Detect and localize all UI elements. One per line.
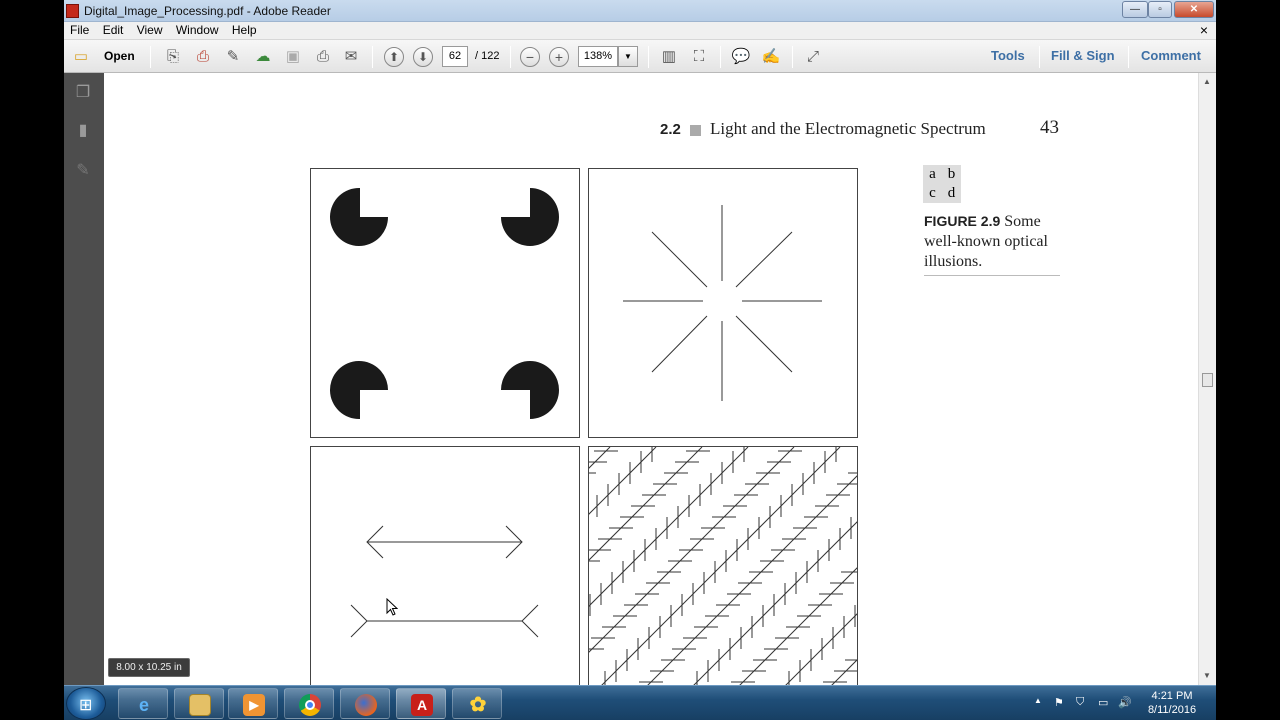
document-close-button[interactable]: ×: [1200, 22, 1208, 39]
highlight-icon[interactable]: ✍: [760, 46, 782, 68]
fill-sign-pane-link[interactable]: Fill & Sign: [1051, 48, 1115, 63]
clock-time: 4:21 PM: [1151, 690, 1193, 702]
adobe-reader-icon: A: [411, 694, 433, 716]
chrome-icon: [299, 694, 321, 716]
open-button[interactable]: Open: [104, 49, 135, 63]
save-icon[interactable]: ▣: [282, 46, 304, 68]
attachments-icon[interactable]: ✎: [73, 161, 93, 181]
email-icon[interactable]: ✉: [340, 46, 362, 68]
full-screen-icon[interactable]: ⤢: [802, 46, 824, 68]
system-clock[interactable]: 4:21 PM 8/11/2016: [1142, 689, 1202, 717]
menu-window[interactable]: Window: [176, 22, 219, 39]
comment-pane-link[interactable]: Comment: [1141, 48, 1201, 63]
radial-lines-illusion: [623, 205, 822, 401]
open-folder-icon[interactable]: ▭: [70, 46, 92, 68]
section-title: Light and the Electromagnetic Spectrum: [710, 119, 986, 138]
taskbar-firefox[interactable]: [340, 688, 390, 719]
taskbar-app-flower[interactable]: ✿: [452, 688, 502, 719]
edit-pdf-icon[interactable]: ✎: [222, 46, 244, 68]
media-player-icon: ▶: [243, 694, 265, 716]
vertical-scrollbar[interactable]: ▲ ▼: [1198, 73, 1216, 685]
menu-view[interactable]: View: [137, 22, 163, 39]
figure-panel-a: [310, 168, 580, 438]
menu-edit[interactable]: Edit: [103, 22, 124, 39]
pdf-app-icon: [66, 4, 79, 18]
volume-icon[interactable]: 🔊: [1118, 696, 1132, 709]
taskbar-file-explorer[interactable]: [174, 688, 224, 719]
taskbar-internet-explorer[interactable]: e: [118, 688, 168, 719]
taskbar-adobe-reader[interactable]: A: [396, 688, 446, 719]
export-pdf-icon[interactable]: ⎙: [192, 46, 214, 68]
bookmarks-icon[interactable]: ▮: [73, 121, 93, 141]
zollner-illusion: [589, 447, 857, 685]
taskbar-media-player[interactable]: ▶: [228, 688, 278, 719]
show-hidden-icons-arrow-icon[interactable]: ▲: [1034, 696, 1042, 705]
firefox-icon: [355, 694, 377, 716]
zollner-diagonal-line: [785, 613, 857, 685]
panel-letter-d: d: [947, 185, 956, 201]
zollner-diagonal-line: [831, 659, 857, 685]
maximize-button[interactable]: ▫: [1148, 1, 1172, 18]
create-pdf-icon[interactable]: ⎘: [162, 46, 184, 68]
page-number-input[interactable]: 62: [442, 46, 468, 67]
window-title: Digital_Image_Processing.pdf - Adobe Rea…: [84, 4, 331, 18]
panel-letter-c: c: [929, 185, 936, 201]
action-center-flag-icon[interactable]: ⚑: [1054, 696, 1064, 709]
panel-letter-a: a: [929, 166, 936, 182]
figure-panel-c: [310, 446, 580, 685]
scroll-down-arrow-icon[interactable]: ▼: [1203, 671, 1211, 680]
figure-caption: FIGURE 2.9 Some well-known optical illus…: [924, 211, 1064, 272]
fit-page-icon[interactable]: ▥: [658, 46, 680, 68]
toolbar: ▭ Open ⎘ ⎙ ✎ ☁ ▣ ⎙ ✉ ⬆ ⬇ 62 / 122 − + 13…: [64, 40, 1216, 73]
taskbar-chrome[interactable]: [284, 688, 334, 719]
network-icon[interactable]: ▭: [1098, 696, 1108, 709]
window-titlebar: Digital_Image_Processing.pdf - Adobe Rea…: [64, 0, 1216, 22]
next-page-icon[interactable]: ⬇: [413, 47, 433, 67]
internet-explorer-icon: e: [138, 695, 149, 715]
kanizsa-square-illusion: [330, 187, 559, 420]
menu-bar: File Edit View Window Help ×: [64, 22, 1216, 40]
zollner-diagonal-line: [739, 567, 857, 685]
scrollbar-thumb[interactable]: [1202, 373, 1213, 387]
menu-help[interactable]: Help: [232, 22, 257, 39]
zollner-diagonal-line: [589, 447, 749, 607]
windows-taskbar: ⊞ e ▶ A ✿ ▲ ⚑ ⛉ ▭ 🔊 4:21 PM 8/11/2016: [64, 685, 1216, 720]
start-button[interactable]: ⊞: [66, 687, 106, 720]
muller-lyer-illusion: [350, 525, 539, 638]
menu-file[interactable]: File: [70, 22, 89, 39]
scroll-up-arrow-icon[interactable]: ▲: [1203, 77, 1211, 86]
page-thumbnails-icon[interactable]: ❐: [73, 83, 93, 103]
figure-label: FIGURE 2.9: [924, 213, 1001, 229]
section-bullet-icon: [690, 125, 701, 136]
clock-date: 8/11/2016: [1147, 704, 1197, 716]
zoom-in-icon[interactable]: +: [549, 47, 569, 67]
flower-app-icon: ✿: [469, 694, 487, 716]
cloud-upload-icon[interactable]: ☁: [252, 46, 274, 68]
caption-rule: [924, 275, 1060, 276]
zoom-out-icon[interactable]: −: [520, 47, 540, 67]
page-total: / 122: [475, 50, 500, 62]
page-size-tooltip: 8.00 x 10.25 in: [108, 658, 190, 677]
folder-icon: [189, 694, 211, 716]
panel-letter-key: a b c d: [923, 165, 961, 203]
sticky-note-icon[interactable]: 💬: [730, 46, 752, 68]
minimize-button[interactable]: —: [1122, 1, 1148, 18]
mouse-cursor-icon: [386, 598, 398, 616]
document-viewport[interactable]: 2.2 Light and the Electromagnetic Spectr…: [104, 73, 1198, 685]
section-number: 2.2: [660, 121, 681, 138]
navigation-pane: ❐ ▮ ✎: [64, 73, 104, 685]
close-button[interactable]: ✕: [1174, 1, 1214, 18]
print-icon[interactable]: ⎙: [312, 46, 334, 68]
panel-letter-b: b: [947, 166, 956, 182]
figure-panel-b: [588, 168, 858, 438]
previous-page-icon[interactable]: ⬆: [384, 47, 404, 67]
zoom-level-input[interactable]: 138%: [578, 46, 618, 67]
fit-width-icon[interactable]: ⛶: [688, 46, 710, 68]
windows-logo-icon: ⊞: [79, 697, 93, 714]
page-number-header: 43: [1040, 117, 1059, 138]
figure-panel-d: [588, 446, 858, 685]
zoom-dropdown-chevron-icon[interactable]: ▼: [618, 46, 638, 67]
tools-pane-link[interactable]: Tools: [991, 48, 1025, 63]
security-shield-icon[interactable]: ⛉: [1076, 696, 1084, 709]
